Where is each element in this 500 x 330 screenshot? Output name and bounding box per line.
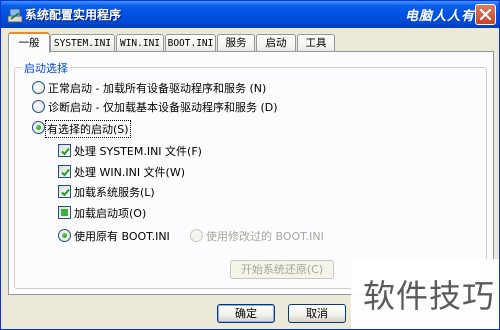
cancel-button[interactable]: 取消 [288, 304, 346, 323]
use-original-boot-ini-radio[interactable] [58, 229, 71, 242]
checkmark-icon [61, 168, 70, 177]
title-bar[interactable]: 系统配置实用程序 电脑人人有 [1, 1, 499, 28]
watermark-bottom: 软件技巧 [351, 259, 499, 329]
window-title: 系统配置实用程序 [25, 8, 122, 22]
use-original-boot-ini-label[interactable]: 使用原有 BOOT.INI [74, 228, 170, 244]
use-modified-boot-ini-radio[interactable] [190, 229, 203, 242]
tab-startup[interactable]: 启动 [256, 34, 296, 52]
load-startup-items-checkbox[interactable] [58, 206, 71, 219]
close-button[interactable] [475, 4, 496, 25]
process-win-ini-label[interactable]: 处理 WIN.INI 文件(W) [74, 164, 185, 180]
normal-startup-radio[interactable] [32, 81, 45, 94]
tab-tools[interactable]: 工具 [297, 34, 335, 52]
tab-system-ini[interactable]: SYSTEM.INI [50, 34, 115, 52]
checkmark-icon [61, 147, 70, 156]
process-win-ini-checkbox[interactable] [58, 165, 71, 178]
process-system-ini-checkbox[interactable] [58, 144, 71, 157]
msconfig-window: 系统配置实用程序 电脑人人有 一般 SYSTEM.INI WIN.INI BOO… [0, 0, 500, 330]
tab-services[interactable]: 服务 [217, 34, 255, 52]
normal-startup-label[interactable]: 正常启动 - 加载所有设备驱动程序和服务 (N) [48, 80, 266, 96]
start-system-restore-button[interactable]: 开始系统还原(C) [230, 260, 334, 279]
tab-boot-ini[interactable]: BOOT.INI [165, 34, 216, 52]
watermark-bottom-text: 软件技巧 [363, 277, 496, 315]
load-services-label[interactable]: 加载系统服务(L) [74, 184, 155, 200]
use-modified-boot-ini-label[interactable]: 使用修改过的 BOOT.INI [206, 228, 324, 244]
watermark-top: 电脑人人有 [405, 9, 476, 24]
load-startup-items-label[interactable]: 加载启动项(O) [74, 205, 146, 221]
tab-win-ini[interactable]: WIN.INI [116, 34, 164, 52]
checkmark-icon [61, 188, 70, 197]
diagnostic-startup-radio[interactable] [32, 100, 45, 113]
startup-selection-label: 启动选择 [22, 60, 70, 76]
tab-strip: 一般 SYSTEM.INI WIN.INI BOOT.INI 服务 启动 工具 [8, 32, 494, 53]
msconfig-app-icon [7, 7, 23, 23]
load-services-checkbox[interactable] [58, 185, 71, 198]
process-system-ini-label[interactable]: 处理 SYSTEM.INI 文件(F) [74, 143, 202, 159]
selective-startup-label[interactable]: 有选择的启动(S) [45, 120, 131, 138]
tab-general[interactable]: 一般 [8, 32, 50, 53]
ok-button[interactable]: 确定 [217, 304, 275, 323]
diagnostic-startup-label[interactable]: 诊断启动 - 仅加载基本设备驱动程序和服务 (D) [48, 99, 278, 115]
close-icon [479, 8, 492, 21]
selective-startup-radio[interactable] [32, 121, 45, 134]
